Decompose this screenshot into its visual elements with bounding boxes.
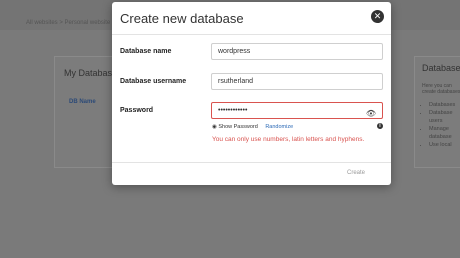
info-card-intro: Here you can create databases — [422, 83, 460, 95]
show-password-toggle[interactable]: ◉ Show Password — [212, 124, 259, 130]
eye-icon: ◉ — [212, 124, 217, 130]
info-card-item: Use local — [429, 141, 460, 149]
db-username-field[interactable]: rsutherland — [211, 73, 383, 90]
db-name-value: wordpress — [218, 48, 251, 55]
eye-icon[interactable]: 👁 — [366, 106, 376, 121]
info-card-title: Database — [422, 63, 460, 73]
db-name-column-header: DB Name — [69, 99, 96, 105]
header-divider — [112, 34, 391, 35]
show-password-label: Show Password — [218, 124, 258, 130]
password-field[interactable]: •••••••••••• 👁 — [211, 102, 383, 119]
footer-divider — [112, 162, 391, 163]
password-label: Password — [120, 107, 154, 114]
randomize-link[interactable]: Randomize — [265, 124, 293, 130]
db-username-label: Database username — [120, 78, 187, 85]
info-icon[interactable]: i — [377, 123, 383, 129]
create-button[interactable]: Create — [347, 170, 365, 176]
info-card-list: Databases Database users Manage database… — [415, 101, 460, 149]
database-info-card: Database Here you can create databases D… — [414, 56, 460, 168]
create-database-modal: Create new database ✕ Database name word… — [112, 2, 391, 185]
modal-title: Create new database — [120, 11, 244, 26]
close-icon[interactable]: ✕ — [371, 10, 384, 23]
password-value: •••••••••••• — [218, 107, 248, 114]
info-card-item: Manage database — [429, 125, 460, 141]
info-card-item: Database users — [429, 109, 460, 125]
password-tools: ◉ Show Password Randomize — [212, 124, 293, 130]
db-name-field[interactable]: wordpress — [211, 43, 383, 60]
password-error-message: You can only use numbers, latin letters … — [212, 136, 365, 143]
info-card-item: Databases — [429, 101, 460, 109]
db-username-value: rsutherland — [218, 78, 254, 85]
db-name-label: Database name — [120, 48, 172, 55]
databases-card-title: My Database — [64, 68, 118, 78]
databases-card: My Database DB Name — [54, 56, 118, 168]
breadcrumb: All websites > Personal website — [26, 20, 111, 26]
